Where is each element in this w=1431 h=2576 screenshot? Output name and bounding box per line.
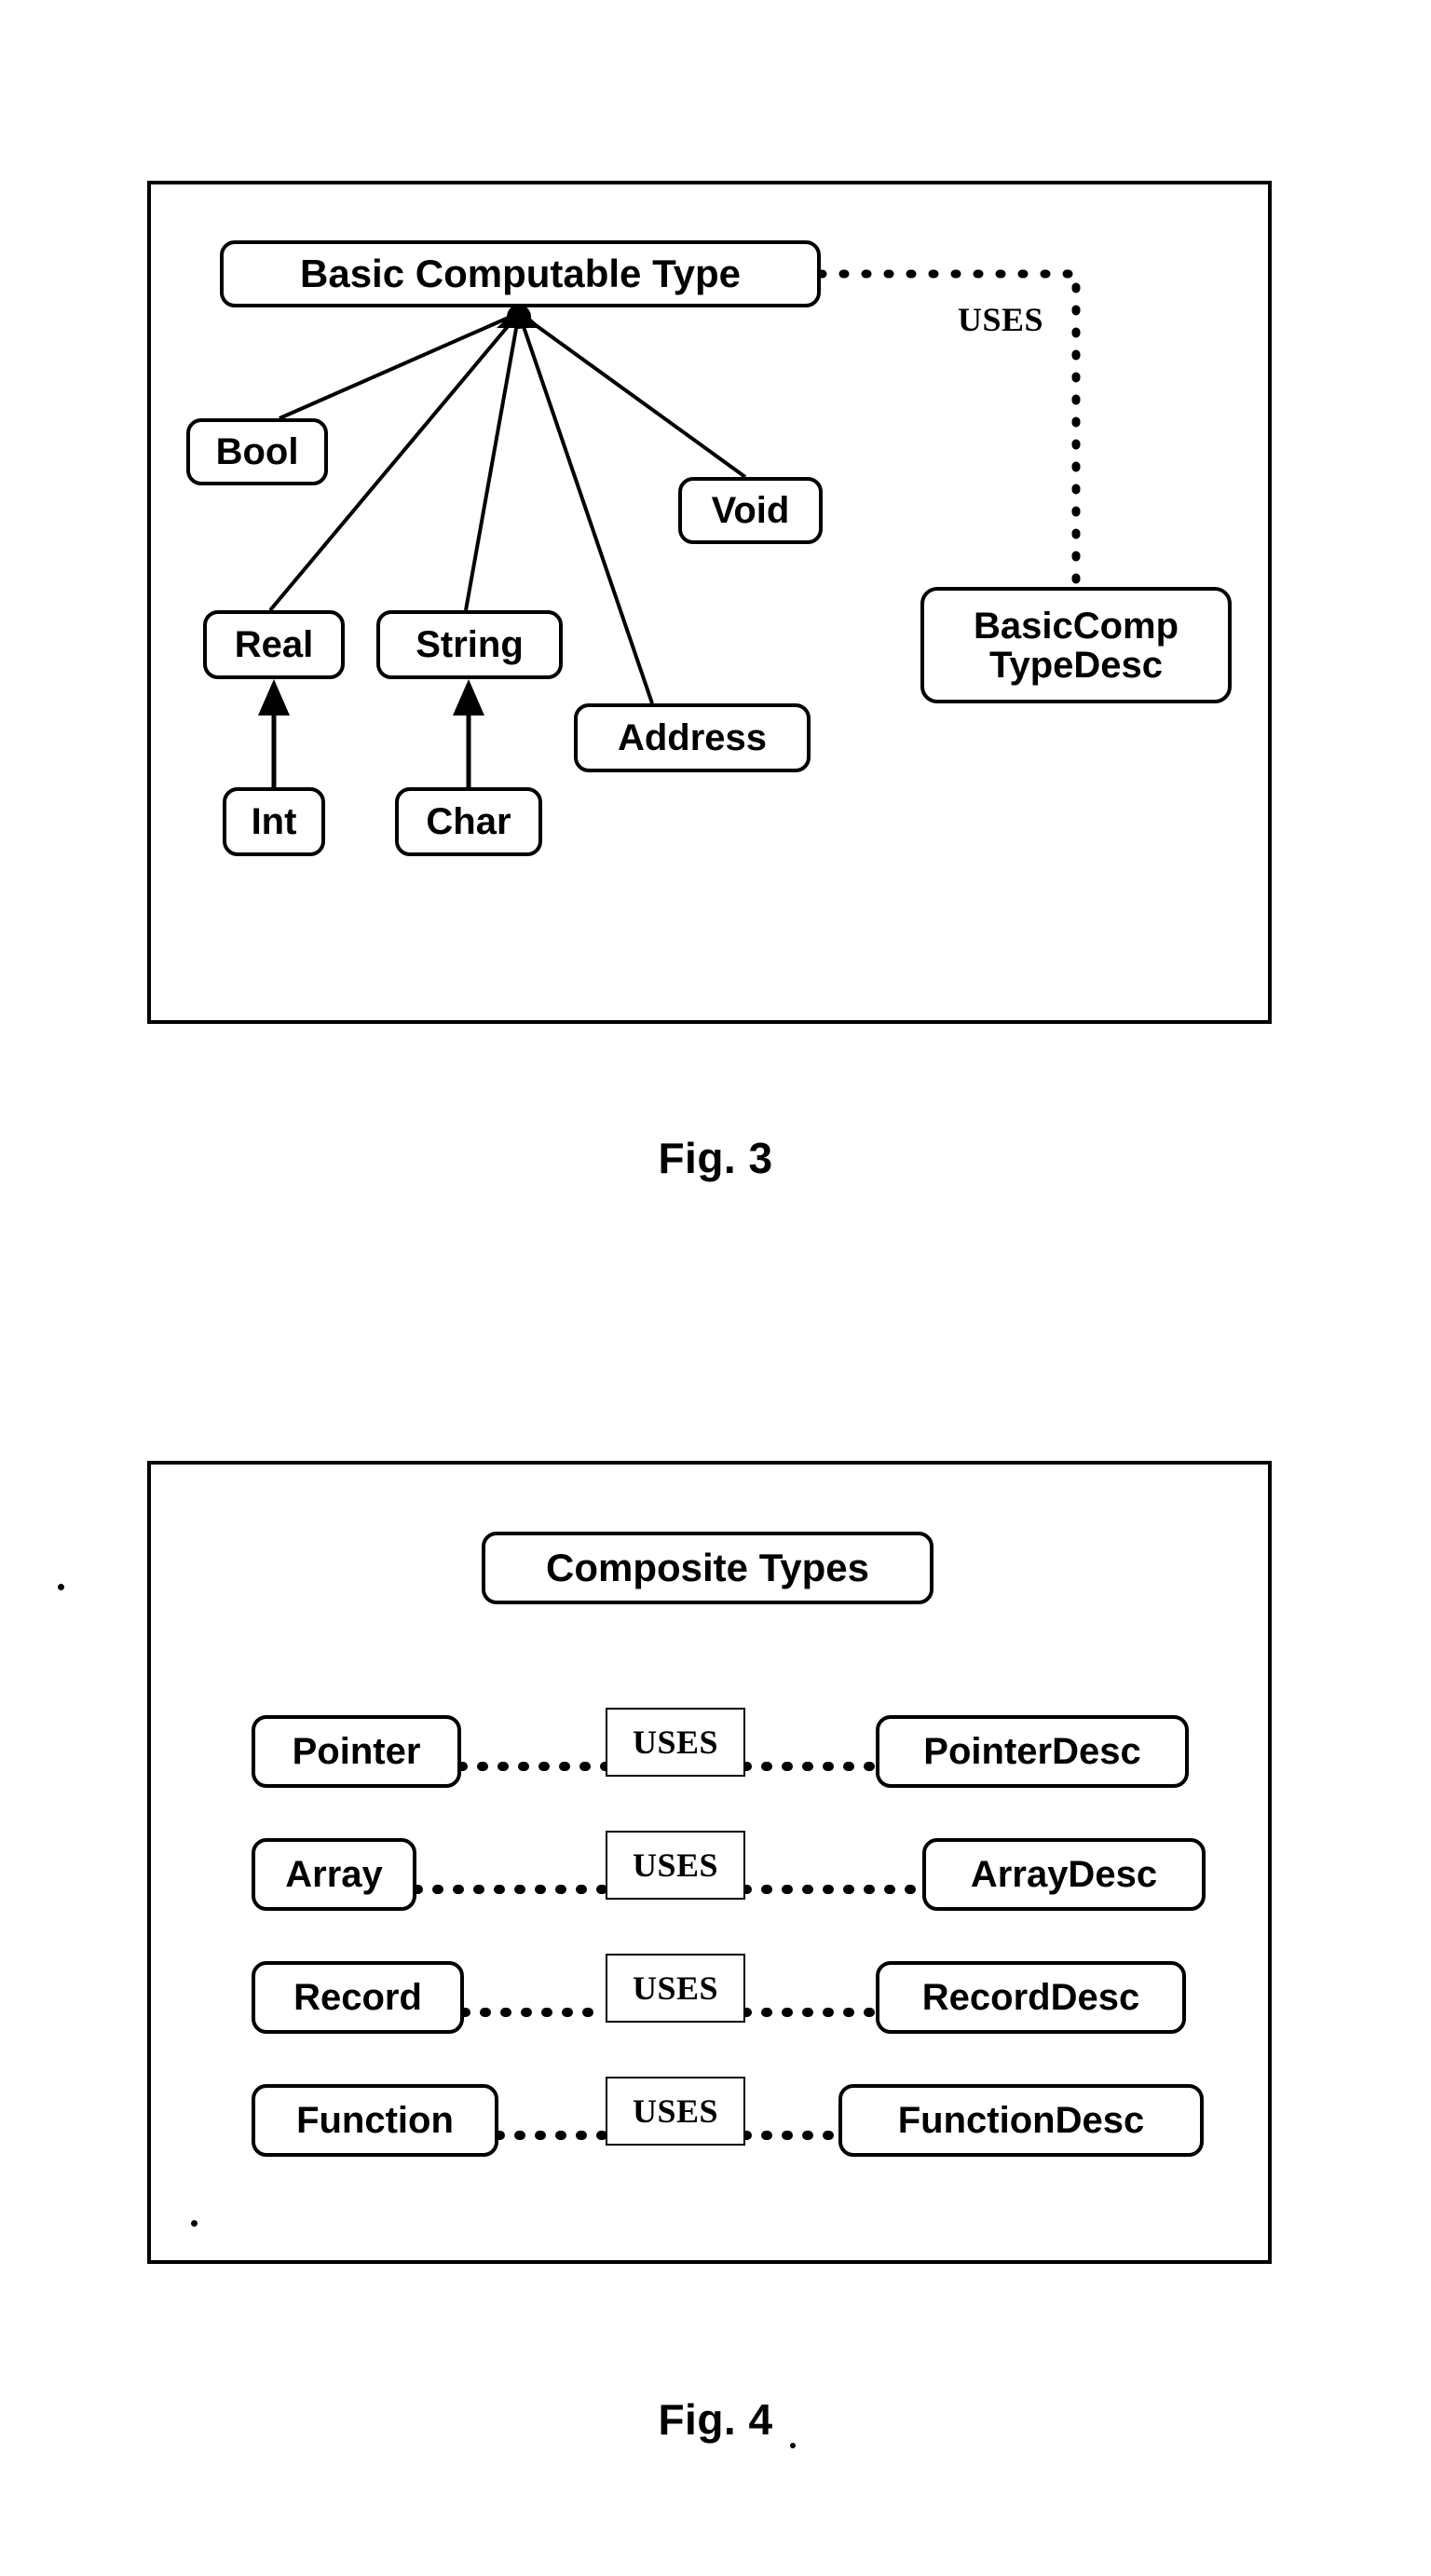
scan-speck — [191, 2220, 198, 2227]
node-basic-computable-type[interactable]: Basic Computable Type — [220, 240, 821, 307]
node-pointer[interactable]: Pointer — [252, 1715, 461, 1788]
patent-figure-sheet: Basic Computable Type Bool Void Real Str… — [0, 0, 1431, 2576]
node-real[interactable]: Real — [203, 610, 345, 679]
node-char[interactable]: Char — [395, 787, 542, 856]
node-int[interactable]: Int — [223, 787, 325, 856]
node-function[interactable]: Function — [252, 2084, 498, 2157]
node-composite-types[interactable]: Composite Types — [482, 1532, 934, 1604]
figure-4-caption: Fig. 4 — [658, 2395, 773, 2444]
node-record[interactable]: Record — [252, 1961, 464, 2034]
node-functiondesc[interactable]: FunctionDesc — [838, 2084, 1204, 2157]
node-array[interactable]: Array — [252, 1838, 416, 1911]
node-bool[interactable]: Bool — [186, 418, 328, 485]
node-pointerdesc[interactable]: PointerDesc — [876, 1715, 1189, 1788]
scan-speck — [58, 1584, 64, 1590]
uses-label-array: USES — [606, 1831, 745, 1900]
uses-label-function: USES — [606, 2077, 745, 2146]
uses-label-record: USES — [606, 1954, 745, 2023]
node-void[interactable]: Void — [678, 477, 823, 544]
scan-speck — [790, 2443, 796, 2448]
uses-label-pointer: USES — [606, 1708, 745, 1777]
node-basiccomp-typedesc[interactable]: BasicComp TypeDesc — [920, 587, 1232, 703]
node-address[interactable]: Address — [574, 703, 811, 772]
node-recorddesc[interactable]: RecordDesc — [876, 1961, 1186, 2034]
node-string[interactable]: String — [376, 610, 563, 679]
node-arraydesc[interactable]: ArrayDesc — [922, 1838, 1206, 1911]
uses-label-fig3: USES — [958, 301, 1044, 338]
figure-3-caption: Fig. 3 — [658, 1134, 773, 1182]
